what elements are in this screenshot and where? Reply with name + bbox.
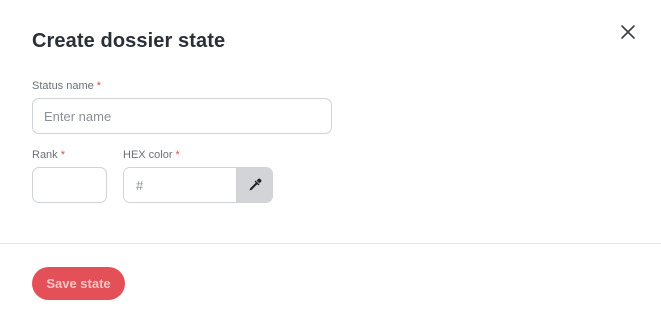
required-marker: *: [60, 149, 65, 161]
hex-color-input[interactable]: [124, 168, 236, 202]
status-name-label: Status name *: [32, 80, 101, 92]
status-name-label-text: Status name: [32, 80, 94, 92]
required-marker: *: [175, 149, 180, 161]
hex-color-field: [123, 167, 273, 203]
hex-color-label-text: HEX color: [123, 149, 173, 161]
save-state-button[interactable]: Save state: [32, 267, 125, 300]
rank-label: Rank *: [32, 149, 65, 161]
status-name-input[interactable]: [32, 98, 332, 134]
rank-input[interactable]: [32, 167, 107, 203]
rank-label-text: Rank: [32, 149, 58, 161]
required-marker: *: [96, 80, 102, 92]
create-dossier-state-dialog: Create dossier state Status name* Rank* …: [0, 0, 661, 321]
close-icon: [621, 25, 635, 39]
hex-color-label: HEX color *: [123, 149, 180, 161]
close-button[interactable]: [617, 21, 639, 43]
footer-divider: [0, 243, 661, 244]
eyedropper-icon: [249, 178, 261, 191]
color-picker-button[interactable]: [236, 168, 272, 202]
dialog-title: Create dossier state: [32, 30, 226, 52]
